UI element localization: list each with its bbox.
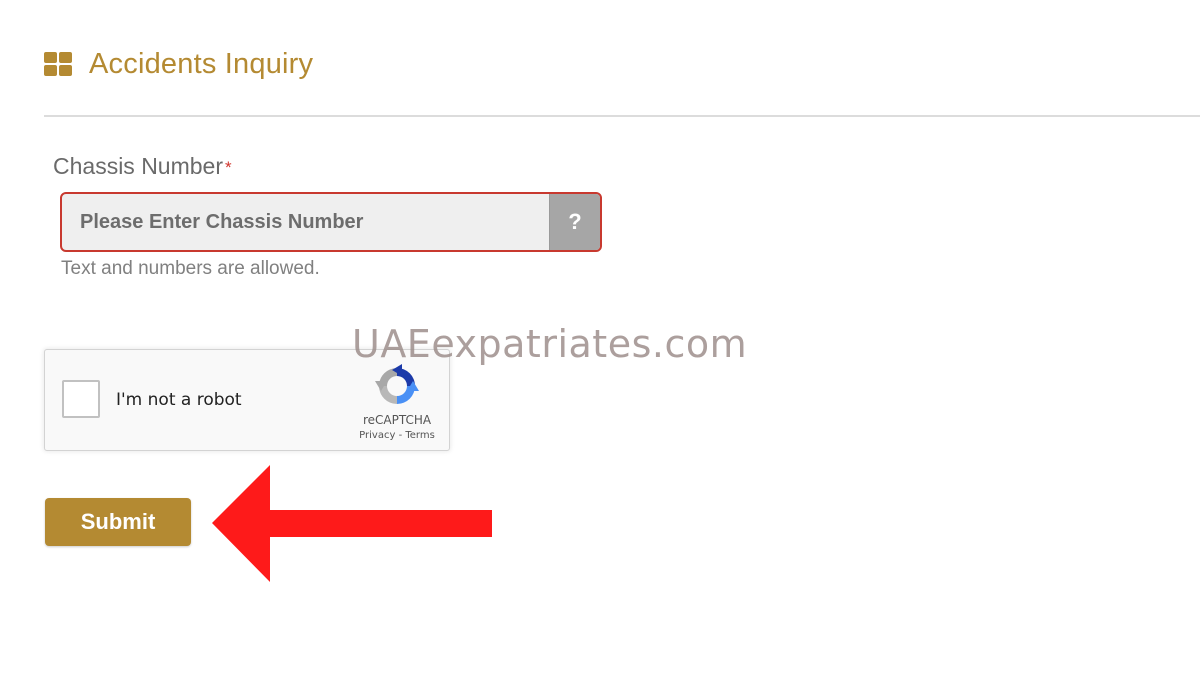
grid-icon bbox=[44, 52, 72, 76]
recaptcha-terms-link[interactable]: Terms bbox=[405, 430, 434, 441]
chassis-input-group: ? bbox=[60, 192, 602, 252]
chassis-label-text: Chassis Number bbox=[53, 153, 223, 179]
recaptcha-privacy-link[interactable]: Privacy bbox=[359, 430, 395, 441]
accidents-inquiry-page: Accidents Inquiry Chassis Number* ? Text… bbox=[0, 0, 1200, 675]
recaptcha-label: I'm not a robot bbox=[116, 390, 242, 410]
recaptcha-links-separator: - bbox=[395, 430, 406, 441]
recaptcha-links: Privacy - Terms bbox=[345, 430, 449, 441]
required-star-icon: * bbox=[225, 158, 232, 177]
recaptcha-brand: reCAPTCHA bbox=[362, 413, 432, 427]
page-header: Accidents Inquiry bbox=[44, 44, 313, 84]
help-question-button[interactable]: ? bbox=[549, 194, 600, 250]
chassis-number-label: Chassis Number * bbox=[53, 153, 232, 180]
page-title: Accidents Inquiry bbox=[89, 47, 314, 80]
header-divider bbox=[44, 115, 1200, 117]
chassis-number-input[interactable] bbox=[62, 194, 549, 250]
recaptcha-logo-icon bbox=[375, 364, 419, 404]
watermark-text: UAEexpatriates.com bbox=[352, 322, 748, 366]
left-arrow-annotation-icon bbox=[212, 465, 492, 582]
chassis-hint-text: Text and numbers are allowed. bbox=[61, 258, 320, 279]
submit-button[interactable]: Submit bbox=[45, 498, 191, 546]
recaptcha-checkbox[interactable] bbox=[62, 380, 100, 418]
